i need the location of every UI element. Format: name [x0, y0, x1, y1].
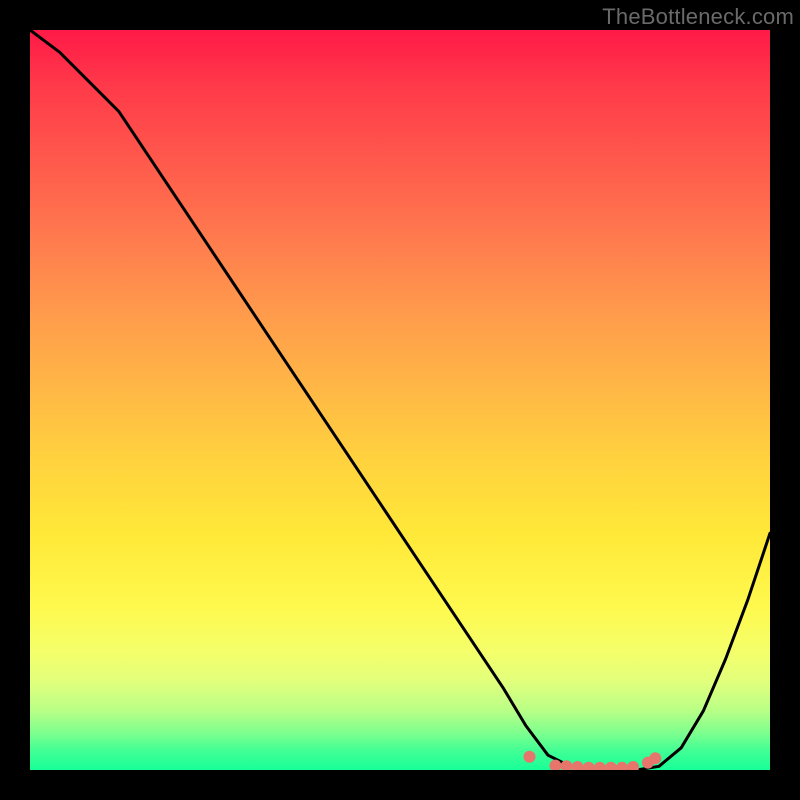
marker-dot: [605, 762, 617, 770]
marker-dot: [572, 761, 584, 770]
watermark-text: TheBottleneck.com: [602, 4, 794, 30]
marker-dot: [616, 762, 628, 770]
chart-svg: [30, 30, 770, 770]
marker-dot: [594, 762, 606, 770]
plot-area: [30, 30, 770, 770]
marker-dot: [583, 762, 595, 770]
curve-layer: [30, 30, 770, 770]
marker-dot: [524, 751, 536, 763]
marker-dot: [627, 761, 639, 770]
bottleneck-curve: [30, 30, 770, 770]
marker-dot: [649, 752, 661, 764]
flat-region-markers: [524, 751, 662, 770]
chart-frame: TheBottleneck.com: [0, 0, 800, 800]
